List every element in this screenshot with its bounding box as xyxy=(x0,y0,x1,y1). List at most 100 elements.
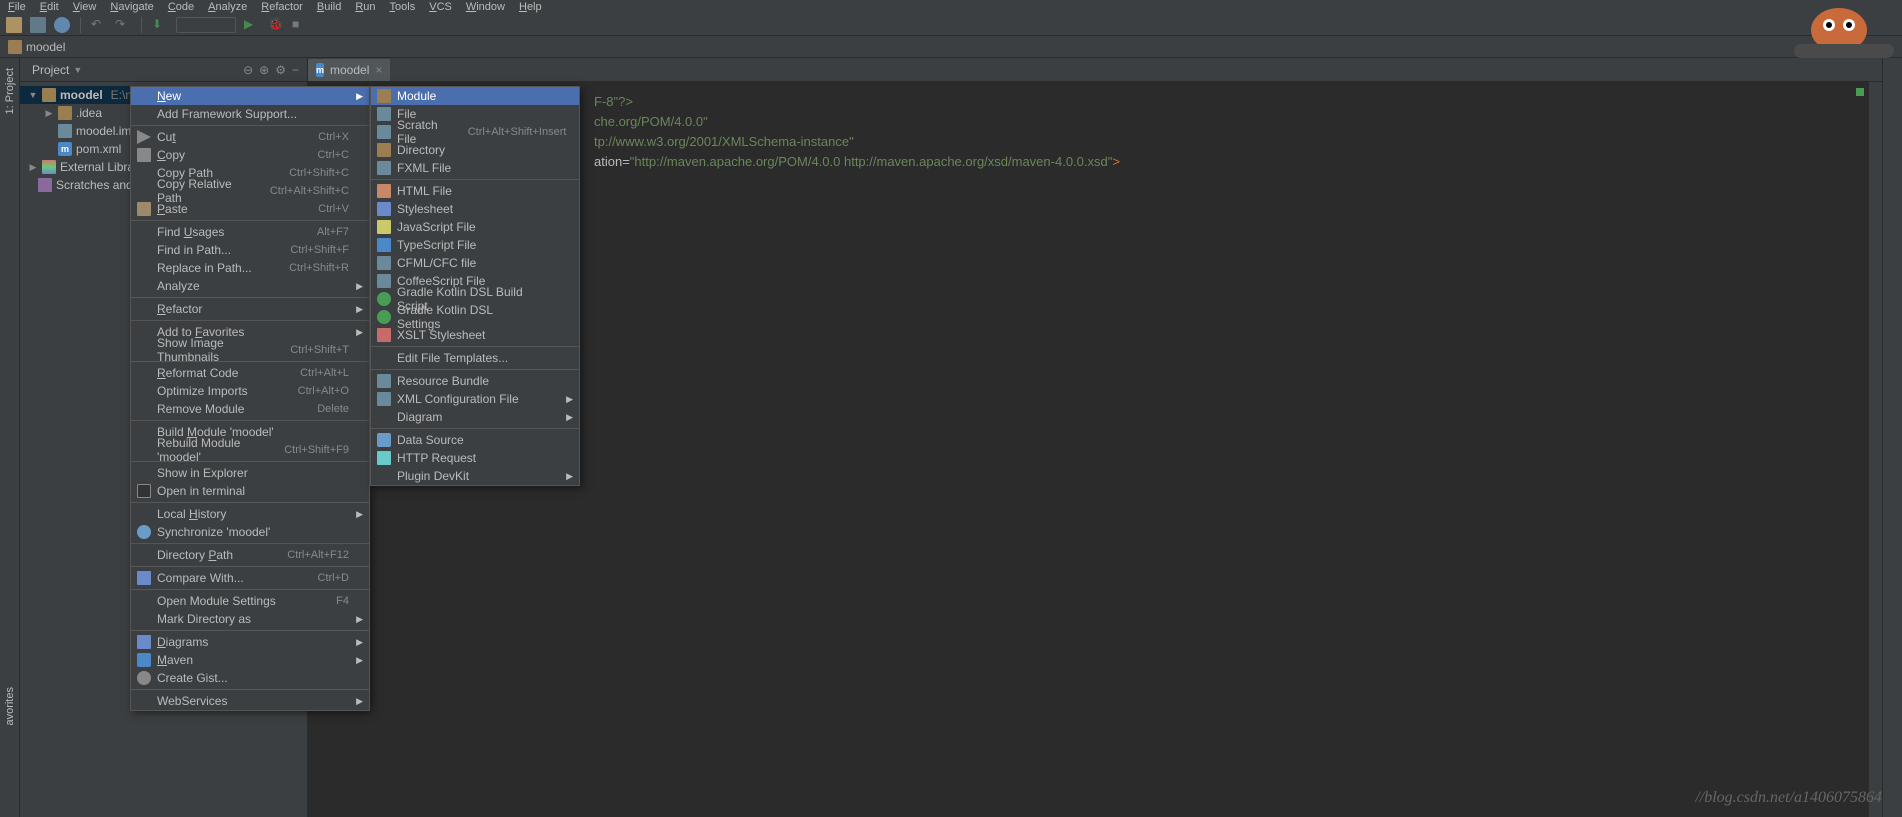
menu-item[interactable]: Diagram▶ xyxy=(371,408,579,426)
menu-item[interactable]: Scratch FileCtrl+Alt+Shift+Insert xyxy=(371,123,579,141)
debug-icon[interactable]: 🐞 xyxy=(268,17,284,33)
open-icon[interactable] xyxy=(6,17,22,33)
i-gradle-icon xyxy=(377,292,391,306)
i-term-icon xyxy=(137,484,151,498)
menu-item[interactable]: PasteCtrl+V xyxy=(131,200,369,218)
dropdown-icon[interactable]: ▼ xyxy=(73,65,82,75)
hide-icon[interactable]: − xyxy=(292,63,299,77)
save-icon[interactable] xyxy=(30,17,46,33)
menu-item[interactable]: Create Gist... xyxy=(131,669,369,687)
menu-item[interactable]: Refactor▶ xyxy=(131,300,369,318)
editor-tab-moodel[interactable]: m moodel × xyxy=(308,59,390,81)
menu-item[interactable]: XSLT Stylesheet xyxy=(371,326,579,344)
menu-item[interactable]: JavaScript File xyxy=(371,218,579,236)
menu-analyze[interactable]: Analyze xyxy=(208,1,247,13)
collapse-icon[interactable]: ⊖ xyxy=(243,63,253,77)
menu-item[interactable]: Synchronize 'moodel' xyxy=(131,523,369,541)
menu-item[interactable]: Show in Explorer xyxy=(131,464,369,482)
i-scissors-icon xyxy=(137,130,151,144)
project-tool-button[interactable]: 1: Project xyxy=(4,68,16,114)
i-m-icon xyxy=(137,653,151,667)
undo-icon[interactable]: ↶ xyxy=(91,17,107,33)
project-panel-title[interactable]: Project xyxy=(32,63,69,77)
menu-item[interactable]: Plugin DevKit▶ xyxy=(371,467,579,485)
menu-run[interactable]: Run xyxy=(355,1,375,13)
menu-edit[interactable]: Edit xyxy=(40,1,59,13)
menu-item[interactable]: FXML File xyxy=(371,159,579,177)
menu-build[interactable]: Build xyxy=(317,1,341,13)
menu-item[interactable]: Copy Relative PathCtrl+Alt+Shift+C xyxy=(131,182,369,200)
menu-view[interactable]: View xyxy=(73,1,97,13)
run-config-dropdown[interactable] xyxy=(176,17,236,33)
menu-item[interactable]: Module xyxy=(371,87,579,105)
menu-window[interactable]: Window xyxy=(466,1,505,13)
menu-item[interactable]: CFML/CFC file xyxy=(371,254,579,272)
menu-item[interactable]: Analyze▶ xyxy=(131,277,369,295)
menu-item[interactable]: Rebuild Module 'moodel'Ctrl+Shift+F9 xyxy=(131,441,369,459)
i-file-icon xyxy=(377,274,391,288)
folder-icon xyxy=(42,88,56,102)
target-icon[interactable]: ⊕ xyxy=(259,63,269,77)
menu-item[interactable]: HTTP Request xyxy=(371,449,579,467)
close-tab-icon[interactable]: × xyxy=(375,63,382,77)
menu-item[interactable]: Compare With...Ctrl+D xyxy=(131,569,369,587)
menu-item[interactable]: Resource Bundle xyxy=(371,372,579,390)
menu-item[interactable]: Stylesheet xyxy=(371,200,579,218)
folder-icon xyxy=(8,40,22,54)
menu-navigate[interactable]: Navigate xyxy=(110,1,153,13)
menu-item[interactable]: XML Configuration File▶ xyxy=(371,390,579,408)
run-icon[interactable]: ▶ xyxy=(244,17,260,33)
menu-vcs[interactable]: VCS xyxy=(429,1,452,13)
menu-item[interactable]: Show Image ThumbnailsCtrl+Shift+T xyxy=(131,341,369,359)
menubar: File Edit View Navigate Code Analyze Refactor B… xyxy=(0,0,1902,14)
menu-item[interactable]: WebServices▶ xyxy=(131,692,369,710)
menu-item[interactable]: Gradle Kotlin DSL Settings xyxy=(371,308,579,326)
i-db-icon xyxy=(377,433,391,447)
menu-item[interactable]: Open in terminal xyxy=(131,482,369,500)
menu-item[interactable]: Replace in Path...Ctrl+Shift+R xyxy=(131,259,369,277)
menu-item[interactable]: CopyCtrl+C xyxy=(131,146,369,164)
menu-item[interactable]: New▶ xyxy=(131,87,369,105)
sync-icon[interactable] xyxy=(54,17,70,33)
build-icon[interactable]: ⬇ xyxy=(152,17,168,33)
menu-help[interactable]: Help xyxy=(519,1,542,13)
breadcrumb-project[interactable]: moodel xyxy=(26,40,65,54)
favorites-tool-button[interactable]: avorites xyxy=(4,687,16,726)
menu-refactor[interactable]: Refactor xyxy=(261,1,303,13)
i-diag-icon xyxy=(137,635,151,649)
library-icon xyxy=(42,160,56,174)
menu-item[interactable]: Data Source xyxy=(371,431,579,449)
menu-item[interactable]: Directory xyxy=(371,141,579,159)
menu-code[interactable]: Code xyxy=(168,1,194,13)
mascot-image xyxy=(1784,0,1894,64)
project-panel-header: Project ▼ ⊖ ⊕ ⚙ − xyxy=(20,58,307,82)
i-file-icon xyxy=(377,392,391,406)
menu-item[interactable]: CutCtrl+X xyxy=(131,128,369,146)
menu-item[interactable]: Find in Path...Ctrl+Shift+F xyxy=(131,241,369,259)
menu-file[interactable]: File xyxy=(8,1,26,13)
settings-icon[interactable]: ⚙ xyxy=(275,63,286,77)
i-xslt-icon xyxy=(377,328,391,342)
menu-item[interactable]: HTML File xyxy=(371,182,579,200)
menu-item[interactable]: Edit File Templates... xyxy=(371,349,579,367)
i-html-icon xyxy=(377,184,391,198)
i-file-icon xyxy=(377,125,391,139)
menu-item[interactable]: Maven▶ xyxy=(131,651,369,669)
menu-item[interactable]: Reformat CodeCtrl+Alt+L xyxy=(131,364,369,382)
i-compare-icon xyxy=(137,571,151,585)
menu-item[interactable]: Mark Directory as▶ xyxy=(131,610,369,628)
menu-item[interactable]: TypeScript File xyxy=(371,236,579,254)
scratch-icon xyxy=(38,178,52,192)
stop-icon[interactable]: ■ xyxy=(292,17,308,33)
menu-item[interactable]: Find UsagesAlt+F7 xyxy=(131,223,369,241)
menu-item[interactable]: Local History▶ xyxy=(131,505,369,523)
menu-item[interactable]: Add Framework Support... xyxy=(131,105,369,123)
menu-item[interactable]: Directory PathCtrl+Alt+F12 xyxy=(131,546,369,564)
menu-item[interactable]: Diagrams▶ xyxy=(131,633,369,651)
redo-icon[interactable]: ↷ xyxy=(115,17,131,33)
menu-item[interactable]: Optimize ImportsCtrl+Alt+O xyxy=(131,382,369,400)
menu-item[interactable]: Open Module SettingsF4 xyxy=(131,592,369,610)
menu-item[interactable]: Remove ModuleDelete xyxy=(131,400,369,418)
i-sync-icon xyxy=(137,525,151,539)
menu-tools[interactable]: Tools xyxy=(390,1,416,13)
